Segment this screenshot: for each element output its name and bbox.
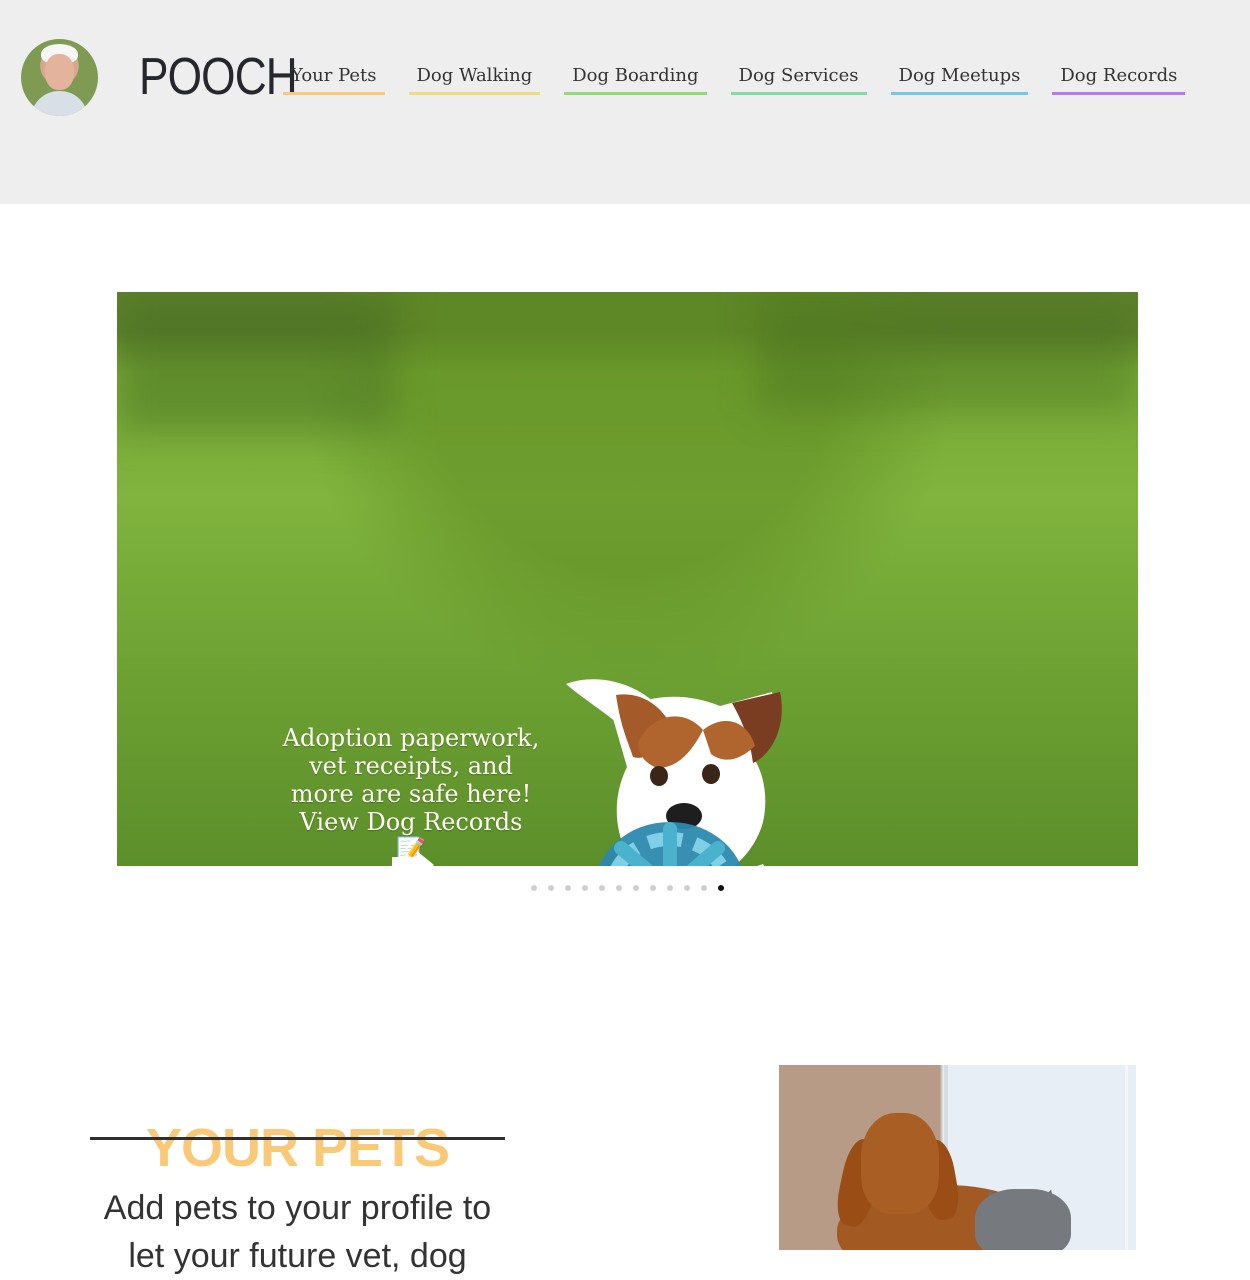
your-pets-description: Add pets to your profile to let your fut… [103, 1189, 492, 1275]
slider-dot-6[interactable] [616, 885, 622, 891]
slider-dot-12-active[interactable] [718, 885, 724, 891]
dog-running-with-ball [566, 679, 782, 866]
slider-dot-8[interactable] [650, 885, 656, 891]
nav-dog-meetups[interactable]: Dog Meetups [890, 61, 1029, 95]
slider-dot-5[interactable] [599, 885, 605, 891]
main-navigation: Your Pets Dog Walking Dog Boarding Dog S… [283, 61, 1186, 95]
user-avatar[interactable] [21, 39, 98, 116]
hero-slider[interactable]: Adoption paperwork, vet receipts, and mo… [117, 292, 1138, 866]
nav-dog-walking[interactable]: Dog Walking [408, 61, 541, 95]
slider-dot-3[interactable] [565, 885, 571, 891]
window-frame [1125, 1065, 1128, 1250]
your-pets-title: YOUR PETS [145, 1117, 450, 1178]
slider-caption: Adoption paperwork, vet receipts, and mo… [282, 724, 540, 864]
dog-and-cat-photo [779, 1065, 1136, 1250]
slider-dot-1[interactable] [531, 885, 537, 891]
title-divider [90, 1137, 505, 1140]
nav-your-pets[interactable]: Your Pets [283, 61, 385, 95]
slider-dot-2[interactable] [548, 885, 554, 891]
avatar-face [45, 54, 74, 90]
avatar-shirt [31, 91, 88, 116]
slider-dot-4[interactable] [582, 885, 588, 891]
background-foliage-right [758, 292, 1138, 412]
right-arrow-icon[interactable] [389, 850, 435, 866]
site-logo[interactable]: POOCH [139, 48, 298, 106]
gray-cat [975, 1189, 1071, 1250]
slider-dot-9[interactable] [667, 885, 673, 891]
nav-dog-boarding[interactable]: Dog Boarding [564, 61, 707, 95]
nav-dog-services[interactable]: Dog Services [730, 61, 867, 95]
site-header: POOCH Your Pets Dog Walking Dog Boarding… [0, 0, 1250, 204]
nav-dog-records[interactable]: Dog Records [1052, 61, 1186, 95]
slider-dot-11[interactable] [701, 885, 707, 891]
background-foliage-left [117, 292, 397, 432]
slider-dot-7[interactable] [633, 885, 639, 891]
slider-dot-10[interactable] [684, 885, 690, 891]
golden-retriever-head [861, 1113, 939, 1214]
slider-dots [531, 885, 735, 891]
